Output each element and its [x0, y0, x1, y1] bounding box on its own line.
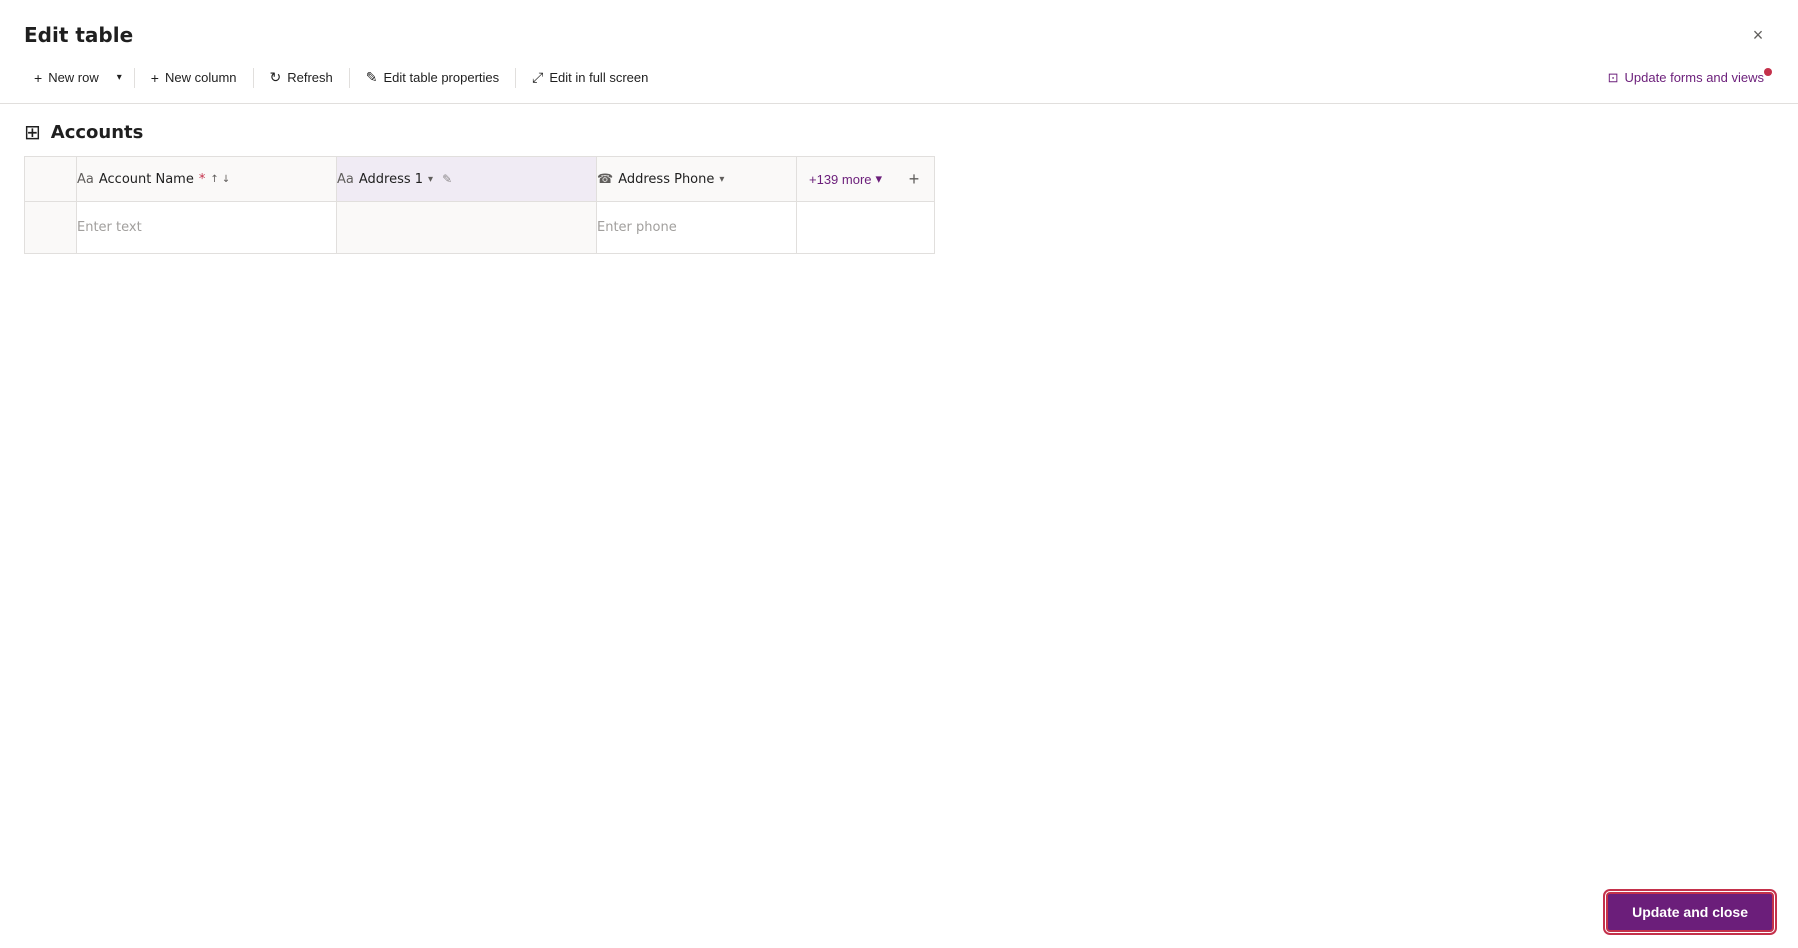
- toolbar-divider-1: [134, 68, 135, 88]
- bottom-bar: Update and close: [1582, 876, 1798, 948]
- chevron-down-icon: ▾: [117, 72, 122, 83]
- account-name-placeholder: Enter text: [77, 220, 142, 235]
- required-indicator: *: [199, 172, 206, 187]
- account-name-cell[interactable]: Enter text: [77, 202, 337, 254]
- toolbar-left: + New row ▾ + New column ↻ Refresh ✎: [24, 63, 1598, 92]
- table-title: Accounts: [51, 122, 144, 143]
- col-header-address-phone-inner: ☎ Address Phone ▾: [597, 172, 796, 187]
- col-header-address-phone[interactable]: ☎ Address Phone ▾: [597, 157, 797, 202]
- address1-dropdown-icon: ▾: [428, 174, 433, 185]
- more-cols-inner: +139 more ▾ +: [797, 157, 934, 201]
- edit-fullscreen-label: Edit in full screen: [549, 70, 648, 85]
- new-column-button[interactable]: + New column: [141, 64, 247, 92]
- table-header: ⊞ Accounts: [0, 104, 1798, 156]
- refresh-button[interactable]: ↻ Refresh: [260, 63, 343, 92]
- account-name-type-icon: Aa: [77, 172, 94, 187]
- col-header-account-name[interactable]: Aa Account Name * ↑ ↓: [77, 157, 337, 202]
- toolbar-divider-2: [253, 68, 254, 88]
- page-container: Edit table × + New row ▾ + New column ↻: [0, 0, 1798, 948]
- modal-title: Edit table: [24, 23, 133, 47]
- address1-cell[interactable]: [337, 202, 597, 254]
- address-phone-cell[interactable]: Enter phone: [597, 202, 797, 254]
- grid-table: Aa Account Name * ↑ ↓ Aa Address 1 ▾ ✎: [24, 156, 935, 254]
- toolbar-divider-3: [349, 68, 350, 88]
- toolbar-right: ⊡ Update forms and views: [1598, 64, 1774, 92]
- address1-edit-icon: ✎: [442, 172, 452, 186]
- col-header-address1[interactable]: Aa Address 1 ▾ ✎: [337, 157, 597, 202]
- forms-icon: ⊡: [1608, 70, 1619, 86]
- more-cols-dropdown-icon: ▾: [876, 171, 883, 187]
- more-cols-cell: [797, 202, 935, 254]
- refresh-label: Refresh: [287, 70, 333, 85]
- table-icon: ⊞: [24, 120, 41, 144]
- new-row-label: New row: [48, 70, 99, 85]
- notification-dot: [1764, 68, 1772, 76]
- plus-icon-2: +: [151, 70, 159, 86]
- add-column-button[interactable]: +: [894, 157, 934, 201]
- address1-label: Address 1: [359, 172, 423, 187]
- edit-fullscreen-button[interactable]: ⤢ Edit in full screen: [522, 63, 658, 92]
- col-header-account-name-inner: Aa Account Name * ↑ ↓: [77, 172, 336, 187]
- row-num-header: [25, 157, 77, 202]
- close-button[interactable]: ×: [1742, 19, 1774, 51]
- new-row-dropdown-button[interactable]: ▾: [111, 66, 128, 89]
- address-phone-placeholder: Enter phone: [597, 220, 677, 235]
- plus-icon: +: [34, 70, 42, 86]
- row-num-cell: [25, 202, 77, 254]
- grid-container: Aa Account Name * ↑ ↓ Aa Address 1 ▾ ✎: [0, 156, 1798, 254]
- update-close-button[interactable]: Update and close: [1606, 892, 1774, 932]
- address-phone-dropdown-icon: ▾: [719, 174, 724, 185]
- more-cols-button[interactable]: +139 more ▾: [797, 165, 894, 193]
- new-column-label: New column: [165, 70, 237, 85]
- new-row-button[interactable]: + New row: [24, 64, 109, 92]
- toolbar-divider-4: [515, 68, 516, 88]
- modal-header: Edit table ×: [0, 0, 1798, 52]
- refresh-icon: ↻: [270, 69, 282, 86]
- phone-icon: ☎: [597, 172, 613, 187]
- table-row: Enter text Enter phone: [25, 202, 935, 254]
- update-forms-button[interactable]: ⊡ Update forms and views: [1598, 64, 1774, 92]
- account-name-label: Account Name: [99, 172, 194, 187]
- sort-icon: ↑ ↓: [210, 174, 230, 185]
- fullscreen-icon: ⤢: [532, 69, 543, 86]
- edit-table-props-button[interactable]: ✎ Edit table properties: [356, 63, 509, 92]
- update-forms-label: Update forms and views: [1625, 70, 1764, 85]
- address-phone-label: Address Phone: [618, 172, 714, 187]
- toolbar: + New row ▾ + New column ↻ Refresh ✎: [0, 52, 1798, 104]
- add-col-icon: +: [909, 169, 920, 190]
- address1-type-icon: Aa: [337, 172, 354, 187]
- edit-table-props-label: Edit table properties: [384, 70, 500, 85]
- more-cols-header[interactable]: +139 more ▾ +: [797, 157, 935, 202]
- pencil-icon: ✎: [366, 69, 378, 86]
- col-header-address1-inner: Aa Address 1 ▾ ✎: [337, 172, 596, 187]
- more-cols-label: +139 more: [809, 172, 872, 187]
